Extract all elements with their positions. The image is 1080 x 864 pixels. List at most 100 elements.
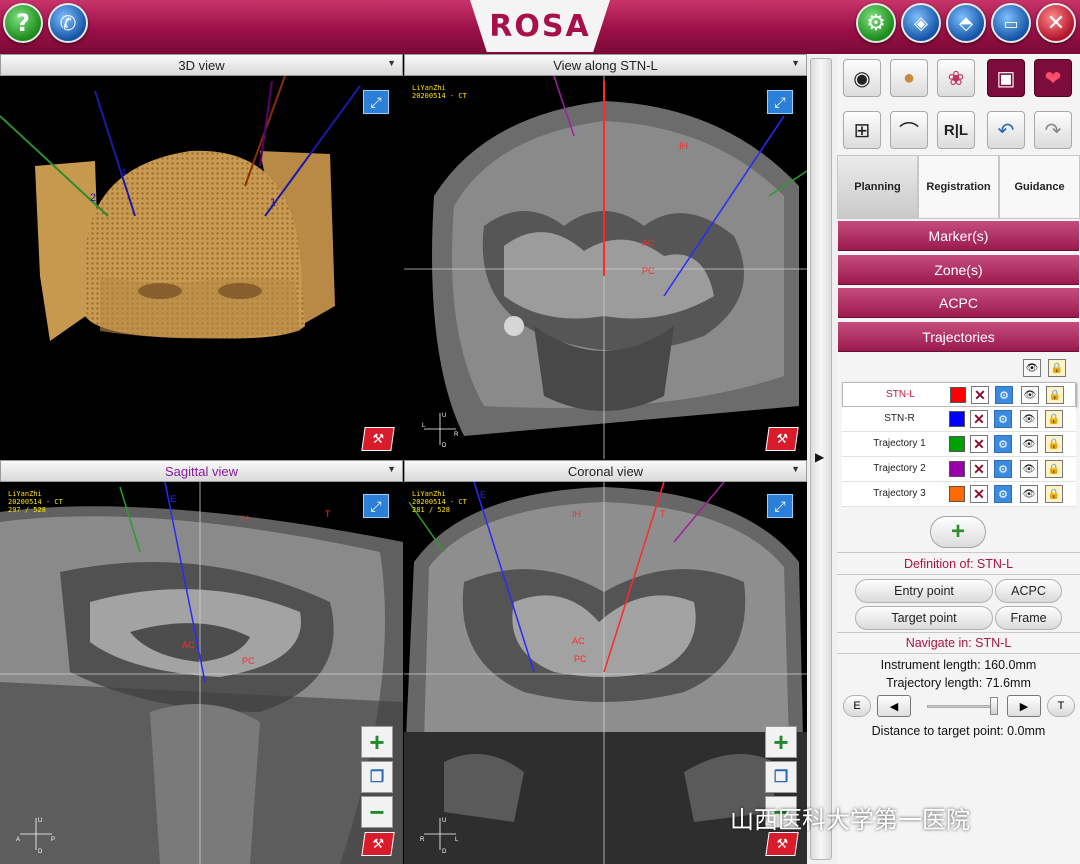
help-button[interactable]: ? — [3, 3, 43, 43]
view-sagittal-header[interactable]: Sagittal view ▼ — [0, 460, 403, 482]
target-point-button[interactable]: Target point — [855, 606, 993, 630]
ac-mark: AC — [182, 640, 195, 650]
brain-3d-button[interactable]: ❤ — [1034, 59, 1072, 97]
delete-icon[interactable]: ✕ — [970, 485, 988, 503]
settings-button[interactable]: ⚙ — [856, 3, 896, 43]
dropdown-arrow-icon[interactable]: ▼ — [387, 464, 396, 474]
maximize-icon[interactable]: ⤢ — [363, 494, 389, 518]
zoom-out-button[interactable]: − — [361, 796, 393, 828]
visibility-eye-icon[interactable]: 👁 — [1020, 435, 1038, 453]
trajectory-row-2[interactable]: Trajectory 2 ✕ ⚙ 👁 🔒 — [842, 457, 1076, 482]
zoom-in-button[interactable]: + — [765, 726, 797, 758]
flip-button[interactable]: R|L — [937, 111, 975, 149]
delete-icon[interactable]: ✕ — [970, 435, 988, 453]
zoom-in-button[interactable]: + — [361, 726, 393, 758]
lock-icon[interactable]: 🔒 — [1045, 485, 1063, 503]
markers-button[interactable]: Marker(s) — [838, 221, 1079, 251]
entry-nav-button[interactable]: E — [843, 695, 871, 717]
target-nav-button[interactable]: T — [1047, 695, 1075, 717]
show-all-eye-icon[interactable]: 👁 — [1023, 359, 1041, 377]
settings-icon[interactable]: ⚙ — [994, 485, 1012, 503]
color-swatch[interactable] — [949, 486, 965, 502]
color-swatch[interactable] — [949, 436, 965, 452]
view-sagittal-canvas[interactable]: E IH T AC PC — [0, 482, 403, 864]
visibility-eye-icon[interactable]: 👁 — [1020, 410, 1038, 428]
undo-button[interactable]: ↶ — [987, 111, 1025, 149]
delete-icon[interactable]: ✕ — [970, 410, 988, 428]
visibility-eye-icon[interactable]: 👁 — [1021, 386, 1039, 404]
dropdown-arrow-icon[interactable]: ▼ — [791, 58, 800, 68]
dropdown-arrow-icon[interactable]: ▼ — [791, 464, 800, 474]
view-stn[interactable]: View along STN-L ▼ IH AC PC LiYanZhi 202… — [404, 54, 807, 459]
camera-button[interactable]: ▭ — [991, 3, 1031, 43]
tool-icon[interactable]: ⚒ — [765, 832, 799, 856]
tool-icon[interactable]: ⚒ — [361, 427, 395, 451]
definition-label: Definition of: STN-L — [903, 557, 1014, 571]
maximize-icon[interactable]: ⤢ — [363, 90, 389, 114]
dvd-button[interactable]: ◉ — [843, 59, 881, 97]
visibility-eye-icon[interactable]: 👁 — [1020, 485, 1038, 503]
zones-button[interactable]: Zone(s) — [838, 255, 1079, 285]
collapse-arrow-icon[interactable]: ▶ — [815, 450, 824, 464]
tab-guidance[interactable]: Guidance — [999, 155, 1080, 219]
view-3d[interactable]: 3D view ▼ 4 2 1 ⤢ ⚒ — [0, 54, 403, 459]
trajectory-row-1[interactable]: Trajectory 1 ✕ ⚙ 👁 🔒 — [842, 432, 1076, 457]
lock-icon[interactable]: 🔒 — [1045, 460, 1063, 478]
acpc-section-button[interactable]: ACPC — [838, 288, 1079, 318]
reset-view-button[interactable]: ❐ — [361, 761, 393, 793]
color-swatch[interactable] — [949, 461, 965, 477]
trajectory-row-stn-r[interactable]: STN-R ✕ ⚙ 👁 🔒 — [842, 407, 1076, 432]
step-back-button[interactable]: ◀ — [877, 695, 911, 717]
color-swatch[interactable] — [949, 411, 965, 427]
monitor-button[interactable]: ▣ — [987, 59, 1025, 97]
frame-button[interactable]: Frame — [995, 606, 1062, 630]
redo-button[interactable]: ↷ — [1034, 111, 1072, 149]
phone-button[interactable]: ✆ — [48, 3, 88, 43]
slider-thumb[interactable] — [989, 697, 998, 715]
entry-point-button[interactable]: Entry point — [855, 579, 993, 603]
acpc-button[interactable]: ACPC — [995, 579, 1062, 603]
view-stn-header[interactable]: View along STN-L ▼ — [404, 54, 807, 76]
view-coronal-header[interactable]: Coronal view ▼ — [404, 460, 807, 482]
layout-button[interactable]: ⊞ — [843, 111, 881, 149]
panel-divider[interactable]: ▶ — [807, 54, 837, 864]
trajectory-row-stn-l[interactable]: STN-L ✕ ⚙ 👁 🔒 — [842, 382, 1076, 407]
registration-button[interactable]: ⬘ — [946, 3, 986, 43]
view-sagittal[interactable]: Sagittal view ▼ E IH T AC PC LiYanZhi 20… — [0, 460, 403, 864]
view-3d-header[interactable]: 3D view ▼ — [0, 54, 403, 76]
tool-icon[interactable]: ⚒ — [361, 832, 395, 856]
view-3d-canvas[interactable]: 4 2 1 — [0, 76, 403, 459]
navigation-slider[interactable] — [927, 705, 997, 708]
settings-icon[interactable]: ⚙ — [994, 435, 1012, 453]
tab-registration[interactable]: Registration — [918, 155, 999, 219]
reset-view-button[interactable]: ❐ — [765, 761, 797, 793]
delete-icon[interactable]: ✕ — [970, 460, 988, 478]
head-button[interactable]: ● — [890, 59, 928, 97]
pc-mark: PC — [574, 654, 587, 664]
delete-icon[interactable]: ✕ — [971, 386, 989, 404]
add-trajectory-button[interactable]: + — [930, 516, 986, 548]
step-forward-button[interactable]: ▶ — [1007, 695, 1041, 717]
settings-icon[interactable]: ⚙ — [994, 410, 1012, 428]
curve-button[interactable]: ⌒ — [890, 111, 928, 149]
settings-icon[interactable]: ⚙ — [995, 386, 1013, 404]
navigation-button[interactable]: ◈ — [901, 3, 941, 43]
lock-icon[interactable]: 🔒 — [1046, 386, 1064, 404]
close-button[interactable]: ✕ — [1036, 3, 1076, 43]
visibility-eye-icon[interactable]: 👁 — [1020, 460, 1038, 478]
trajectory-row-3[interactable]: Trajectory 3 ✕ ⚙ 👁 🔒 — [842, 482, 1076, 507]
brain-button[interactable]: ❀ — [937, 59, 975, 97]
trajectories-button[interactable]: Trajectories — [838, 322, 1079, 352]
dropdown-arrow-icon[interactable]: ▼ — [387, 58, 396, 68]
lock-icon[interactable]: 🔒 — [1045, 410, 1063, 428]
lock-all-icon[interactable]: 🔒 — [1048, 359, 1066, 377]
color-swatch[interactable] — [950, 387, 966, 403]
maximize-icon[interactable]: ⤢ — [767, 90, 793, 114]
lock-icon[interactable]: 🔒 — [1045, 435, 1063, 453]
tool-icon[interactable]: ⚒ — [765, 427, 799, 451]
tab-planning[interactable]: Planning — [837, 155, 918, 219]
ih-mark: IH — [679, 141, 688, 151]
view-stn-canvas[interactable]: IH AC PC — [404, 76, 807, 459]
maximize-icon[interactable]: ⤢ — [767, 494, 793, 518]
settings-icon[interactable]: ⚙ — [994, 460, 1012, 478]
